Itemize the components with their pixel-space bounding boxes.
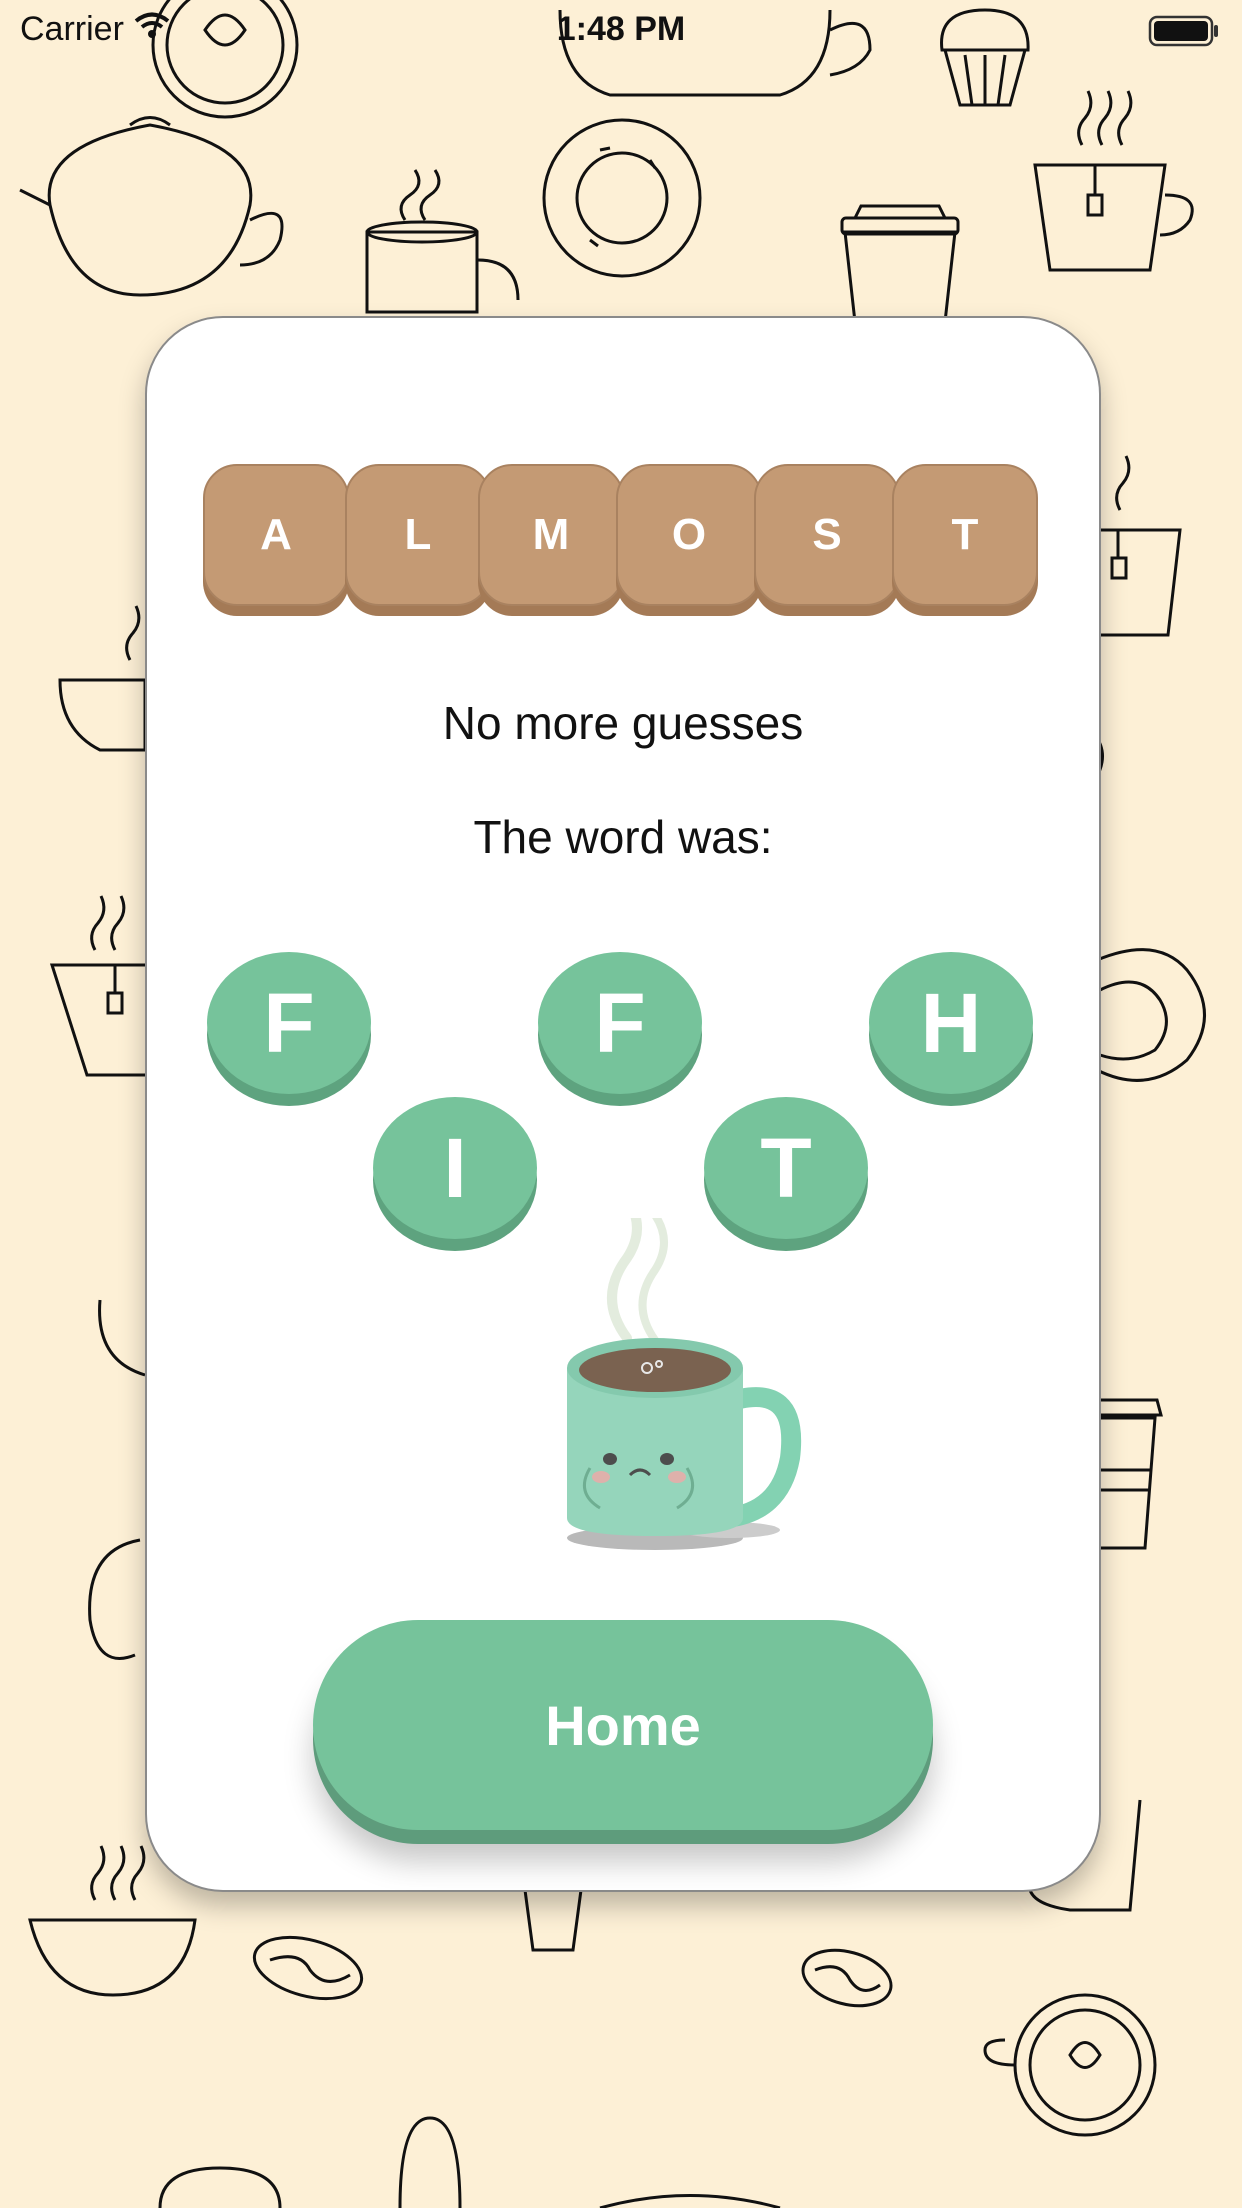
latte-art-icon [983,1993,1157,2137]
tea-cup-icon [1033,90,1194,272]
result-card: A L M O S T No more guesses The word was… [145,316,1101,1892]
donut-icon [1096,948,1206,1082]
takeaway-cup-icon [1097,1398,1163,1550]
tea-cup-icon [49,895,149,1077]
tea-cup-icon [1090,455,1182,637]
coffee-cup-icon [58,605,147,752]
teapot-icon [19,116,284,297]
answer-letter-bubble: F [538,952,702,1094]
answer-letter-bubble: I [373,1097,537,1239]
donut-icon [542,118,702,278]
mug-icon [365,169,520,314]
coffee-bean-icon [252,1935,364,2001]
answer-letter-bubble: F [207,952,371,1094]
coffee-bean-icon [801,1948,893,2008]
sad-coffee-mug-icon [555,1193,815,1563]
home-button[interactable]: Home [313,1620,933,1830]
status-bar: Carrier 1:48 PM [0,0,1242,62]
battery-icon [1148,14,1220,53]
answer-letter-bubble: H [869,952,1033,1094]
status-time: 1:48 PM [556,10,686,48]
takeaway-cup-icon [840,204,960,324]
